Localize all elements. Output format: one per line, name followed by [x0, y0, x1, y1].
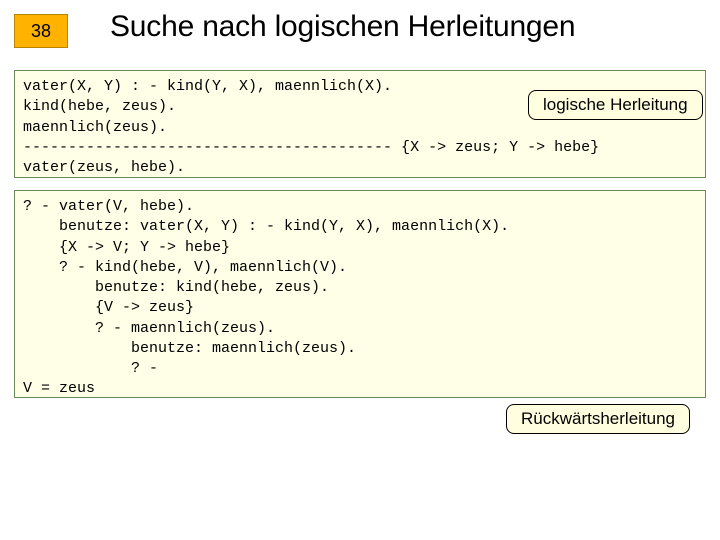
code-box-forward-derivation: vater(X, Y) : - kind(Y, X), maennlich(X)…: [14, 70, 706, 178]
slide-title: Suche nach logischen Herleitungen: [110, 10, 575, 44]
code-box-backward-derivation: ? - vater(V, hebe). benutze: vater(X, Y)…: [14, 190, 706, 398]
label-logische-herleitung: logische Herleitung: [528, 90, 703, 120]
slide: 38 Suche nach logischen Herleitungen vat…: [0, 0, 720, 540]
slide-header: 38 Suche nach logischen Herleitungen: [0, 0, 720, 60]
label-rueckwaertsherleitung: Rückwärtsherleitung: [506, 404, 690, 434]
slide-number: 38: [14, 14, 68, 48]
